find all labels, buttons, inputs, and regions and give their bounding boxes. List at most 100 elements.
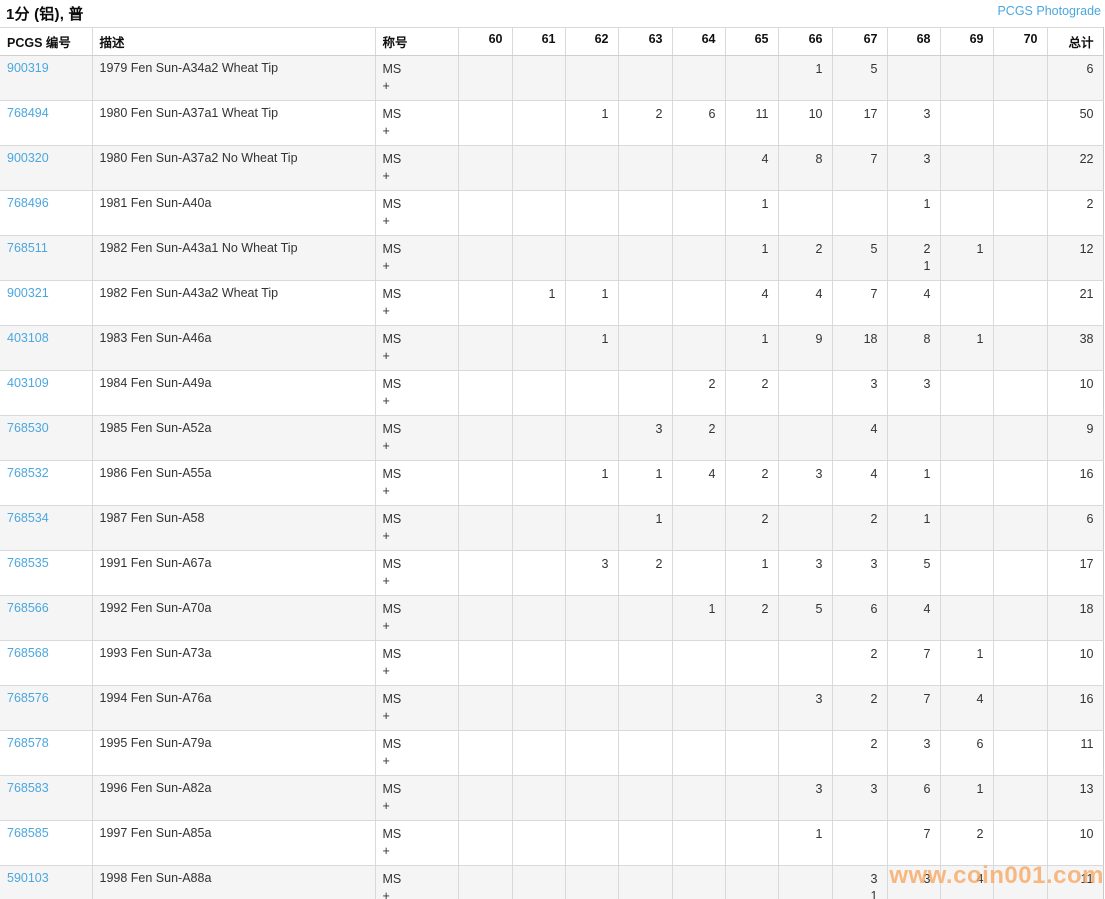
total-cell: 13 [1047,776,1103,821]
pcgs-number-link[interactable]: 403109 [7,376,49,390]
plus-count [948,843,984,860]
designation-line: + [383,483,449,500]
ms-count [680,241,716,258]
pcgs-number-link[interactable]: 768576 [7,691,49,705]
ms-count [680,511,716,528]
plus-count [1001,573,1038,590]
plus-count [895,168,931,185]
ms-count: 4 [840,466,878,483]
designation-line: + [383,663,449,680]
ms-count [1001,781,1038,798]
plus-count [520,168,556,185]
ms-count [840,196,878,213]
pcgs-number-link[interactable]: 900319 [7,61,49,75]
pcgs-number-link[interactable]: 403108 [7,331,49,345]
pcgs-number-link[interactable]: 768566 [7,601,49,615]
grade-count-cell [618,686,672,731]
coin-description: 1979 Fen Sun-A34a2 Wheat Tip [92,56,375,101]
pcgs-number-link[interactable]: 768511 [7,241,48,255]
coin-description: 1997 Fen Sun-A85a [92,821,375,866]
ms-count [786,736,823,753]
grade-count-cell: 1 [725,326,778,371]
ms-count [626,151,663,168]
plus-count [626,213,663,230]
plus-count [573,573,609,590]
plus-count [573,303,609,320]
total-cell: 10 [1047,371,1103,416]
pcgs-number-link[interactable]: 900321 [7,286,49,300]
ms-count: 1 [626,511,663,528]
plus-count [1001,618,1038,635]
pcgs-number-link[interactable]: 768535 [7,556,49,570]
pcgs-number-link[interactable]: 768568 [7,646,49,660]
plus-count [840,123,878,140]
designation-line: MS [383,691,449,708]
plus-count [626,843,663,860]
grade-count-cell: 21 [887,236,940,281]
coin-description: 1991 Fen Sun-A67a [92,551,375,596]
ms-count [520,556,556,573]
ms-count [573,151,609,168]
pcgs-number-link[interactable]: 590103 [7,871,49,885]
pcgs-photograde-link[interactable]: PCGS Photograde [997,4,1101,18]
plus-count [786,843,823,860]
ms-count [626,61,663,78]
ms-count [520,151,556,168]
grade-count-cell [512,326,565,371]
pcgs-number-link[interactable]: 768578 [7,736,49,750]
pcgs-number-cell: 768583 [0,776,92,821]
plus-count [786,78,823,95]
pcgs-number-link[interactable]: 900320 [7,151,49,165]
plus-count [948,663,984,680]
pcgs-number-link[interactable]: 768530 [7,421,49,435]
grade-count-cell [458,146,512,191]
grade-count-cell: 7 [887,821,940,866]
pcgs-number-link[interactable]: 768585 [7,826,49,840]
grade-count-cell [458,56,512,101]
grade-count-cell [618,641,672,686]
ms-count [1001,466,1038,483]
grade-count-cell: 7 [887,686,940,731]
designation-line: + [383,618,449,635]
plus-count [948,708,984,725]
pcgs-number-link[interactable]: 768583 [7,781,49,795]
pcgs-number-link[interactable]: 768534 [7,511,49,525]
designation-cell: MS+ [375,56,458,101]
grade-count-cell: 1 [565,281,618,326]
plus-count [626,798,663,815]
plus-count [948,753,984,770]
plus-count [680,213,716,230]
ms-count [466,196,503,213]
grade-count-cell [993,56,1047,101]
grade-count-cell: 6 [887,776,940,821]
ms-count [786,421,823,438]
pcgs-number-link[interactable]: 768496 [7,196,49,210]
plus-count [626,348,663,365]
table-row: 5901031998 Fen Sun-A88aMS+313411 [0,866,1103,899]
ms-count [520,691,556,708]
grade-count-cell [940,551,993,596]
plus-count [1001,213,1038,230]
plus-count [895,618,931,635]
ms-count [733,646,769,663]
plus-count [840,618,878,635]
grade-count-cell [618,866,672,899]
plus-count [733,438,769,455]
ms-count [948,151,984,168]
grade-count-cell [512,146,565,191]
ms-count [680,556,716,573]
plus-count [1055,663,1094,680]
designation-line: MS [383,421,449,438]
pcgs-number-link[interactable]: 768532 [7,466,49,480]
page-header: 1分 (铝), 普 PCGS Photograde [0,0,1105,27]
grade-count-cell: 5 [832,236,887,281]
plus-count [1055,483,1094,500]
plus-count [680,348,716,365]
column-header-10: 67 [832,28,887,56]
plus-count [573,168,609,185]
column-header-2: 称号 [375,28,458,56]
column-header-9: 66 [778,28,832,56]
pcgs-number-link[interactable]: 768494 [7,106,49,120]
grade-count-cell: 3 [778,776,832,821]
plus-count [895,78,931,95]
